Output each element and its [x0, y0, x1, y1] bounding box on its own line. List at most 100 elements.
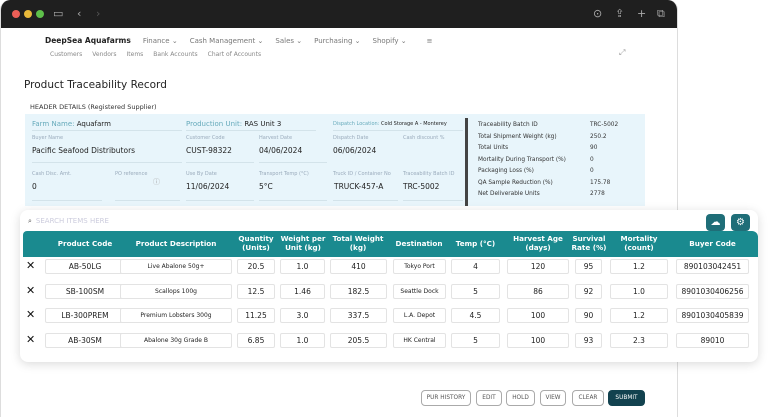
clear-button[interactable]: CLEAR — [572, 390, 604, 406]
subnav-items[interactable]: Items — [127, 51, 144, 58]
cell-mortality[interactable]: 1.2 — [610, 308, 668, 323]
cell-temp[interactable]: 4.5 — [451, 308, 500, 323]
cell-harvest-age[interactable]: 120 — [507, 259, 569, 274]
column-header-survival-rate[interactable]: Survival Rate (%) — [571, 231, 607, 257]
column-header-buyer-code[interactable]: Buyer Code — [672, 231, 753, 257]
search-input[interactable]: SEARCH ITEMS HERE — [36, 217, 109, 226]
edit-button[interactable]: EDIT — [476, 390, 502, 406]
cell-quantity[interactable]: 12.5 — [237, 283, 275, 299]
cell-product-code[interactable]: AB-50LG — [45, 259, 125, 274]
remove-row-icon[interactable]: ✕ — [26, 284, 35, 297]
cell-quantity[interactable]: 11.25 — [237, 308, 275, 323]
maximize-window-button[interactable] — [36, 10, 44, 18]
cell-survival-rate[interactable]: 92 — [575, 283, 602, 299]
cloud-upload-icon[interactable]: ☁ — [706, 214, 725, 231]
subnav-chart-of-accounts[interactable]: Chart of Accounts — [208, 51, 261, 58]
cell-weight-per-unit[interactable]: 1.0 — [280, 259, 325, 274]
cell-product-description[interactable]: Abalone 30g Grade B — [120, 332, 232, 348]
subnav-bank-accounts[interactable]: Bank Accounts — [153, 51, 197, 58]
cell-destination[interactable]: L.A. Depot — [393, 308, 446, 323]
cell-destination[interactable]: Seattle Dock — [393, 283, 446, 299]
use-by-date-field[interactable]: 11/06/2024 — [186, 182, 229, 191]
cell-mortality[interactable]: 1.0 — [610, 283, 668, 299]
pur-history-button[interactable]: PUR HISTORY — [421, 390, 471, 406]
column-header-harvest-age[interactable]: Harvest Age (days) — [505, 231, 571, 257]
hold-button[interactable]: HOLD — [506, 390, 535, 406]
cell-destination[interactable]: Tokyo Port — [393, 259, 446, 274]
cell-temp[interactable]: 5 — [451, 283, 500, 299]
cell-buyer-code[interactable]: 890103042451 — [676, 259, 749, 274]
cell-mortality[interactable]: 1.2 — [610, 259, 668, 274]
cell-buyer-code[interactable]: 8901030405839 — [676, 308, 749, 323]
subnav-customers[interactable]: Customers — [50, 51, 82, 58]
column-header-destination[interactable]: Destination — [389, 231, 449, 257]
download-icon[interactable]: ⊙ — [593, 7, 602, 20]
nav-finance[interactable]: Finance ⌄ — [143, 37, 178, 45]
transport-temp-field[interactable]: 5°C — [259, 182, 273, 191]
view-button[interactable]: VIEW — [540, 390, 566, 406]
cell-product-code[interactable]: SB-100SM — [45, 283, 125, 299]
remove-row-icon[interactable]: ✕ — [26, 259, 35, 272]
cell-buyer-code[interactable]: 89010 — [676, 332, 749, 348]
expand-icon[interactable]: ⤢ — [619, 48, 625, 58]
cell-weight-per-unit[interactable]: 1.0 — [280, 332, 325, 348]
back-icon[interactable]: ‹ — [77, 7, 81, 20]
cash-disc-amt-field[interactable]: 0 — [32, 182, 37, 191]
column-header-product-code[interactable]: Product Code — [45, 231, 125, 257]
column-header-weight-per-unit[interactable]: Weight per Unit (kg) — [278, 231, 328, 257]
cell-total-weight[interactable]: 182.5 — [330, 283, 387, 299]
cell-total-weight[interactable]: 205.5 — [330, 332, 387, 348]
new-tab-icon[interactable]: + — [637, 7, 646, 20]
nav-shopify[interactable]: Shopify ⌄ — [373, 37, 407, 45]
nav-sales[interactable]: Sales ⌄ — [275, 37, 302, 45]
cell-product-description[interactable]: Live Abalone 50g+ — [120, 259, 232, 274]
close-window-button[interactable] — [12, 10, 20, 18]
cell-survival-rate[interactable]: 95 — [575, 259, 602, 274]
forward-icon[interactable]: › — [96, 7, 100, 20]
batch-id-field[interactable]: TRC-5002 — [403, 182, 439, 191]
cell-temp[interactable]: 5 — [451, 332, 500, 348]
cell-product-description[interactable]: Scallops 100g — [120, 283, 232, 299]
remove-row-icon[interactable]: ✕ — [26, 308, 35, 321]
production-unit-value[interactable]: RAS Unit 3 — [244, 120, 281, 128]
share-icon[interactable]: ⇪ — [615, 7, 624, 20]
cell-weight-per-unit[interactable]: 1.46 — [280, 283, 325, 299]
column-header-mortality[interactable]: Mortality (count) — [610, 231, 668, 257]
cell-total-weight[interactable]: 410 — [330, 259, 387, 274]
nav-purchasing[interactable]: Purchasing ⌄ — [314, 37, 360, 45]
buyer-name-field[interactable]: Pacific Seafood Distributors — [32, 146, 135, 155]
menu-icon[interactable]: ≡ — [427, 37, 433, 45]
farm-name-value[interactable]: Aquafarm — [77, 120, 111, 128]
cell-destination[interactable]: HK Central — [393, 332, 446, 348]
minimize-window-button[interactable] — [24, 10, 32, 18]
cell-product-code[interactable]: AB-30SM — [45, 332, 125, 348]
search-bar[interactable]: ⌕ SEARCH ITEMS HERE — [28, 217, 109, 226]
nav-cash-management[interactable]: Cash Management ⌄ — [190, 37, 264, 45]
dispatch-date-field[interactable]: 06/06/2024 — [333, 146, 376, 155]
cell-harvest-age[interactable]: 86 — [507, 283, 569, 299]
remove-row-icon[interactable]: ✕ — [26, 333, 35, 346]
cell-survival-rate[interactable]: 93 — [575, 332, 602, 348]
harvest-date-field[interactable]: 04/06/2024 — [259, 146, 302, 155]
customer-code-field[interactable]: CUST-98322 — [186, 146, 232, 155]
column-header-temp[interactable]: Temp (°C) — [451, 231, 500, 257]
truck-id-field[interactable]: TRUCK-457-A — [334, 182, 383, 191]
cell-weight-per-unit[interactable]: 3.0 — [280, 308, 325, 323]
cell-quantity[interactable]: 6.85 — [237, 332, 275, 348]
column-header-product-description[interactable]: Product Description — [120, 231, 232, 257]
cell-temp[interactable]: 4 — [451, 259, 500, 274]
cell-harvest-age[interactable]: 100 — [507, 308, 569, 323]
cell-quantity[interactable]: 20.5 — [237, 259, 275, 274]
cell-harvest-age[interactable]: 100 — [507, 332, 569, 348]
column-header-quantity[interactable]: Quantity (Units) — [233, 231, 279, 257]
cell-survival-rate[interactable]: 90 — [575, 308, 602, 323]
subnav-vendors[interactable]: Vendors — [92, 51, 116, 58]
gear-icon[interactable]: ⚙ — [731, 214, 750, 231]
cell-buyer-code[interactable]: 8901030406256 — [676, 283, 749, 299]
sidebar-toggle-icon[interactable]: ▭ — [53, 7, 63, 20]
cell-product-code[interactable]: LB-300PREM — [45, 308, 125, 323]
cell-total-weight[interactable]: 337.5 — [330, 308, 387, 323]
dispatch-location-value[interactable]: Cold Storage A - Monterey — [381, 121, 447, 127]
cell-product-description[interactable]: Premium Lobsters 300g — [120, 308, 232, 323]
tabs-icon[interactable]: ⧉ — [657, 7, 665, 21]
